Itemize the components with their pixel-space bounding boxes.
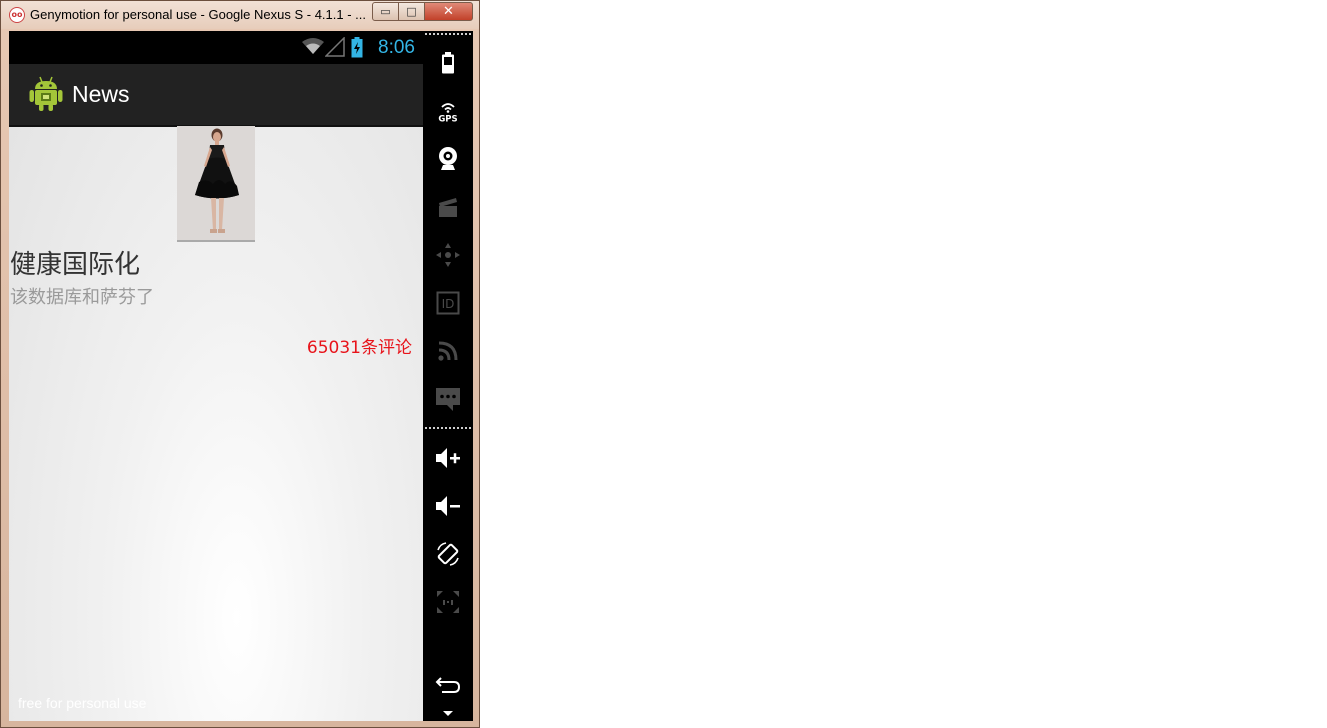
volume-up-icon bbox=[436, 448, 460, 468]
rotate-button[interactable] bbox=[423, 534, 473, 574]
id-icon: ID bbox=[436, 291, 460, 315]
back-button[interactable] bbox=[423, 665, 473, 705]
window-titlebar[interactable]: oo Genymotion for personal use - Google … bbox=[1, 1, 479, 29]
rotate-icon bbox=[437, 542, 459, 566]
id-icon-label: ID bbox=[442, 297, 455, 311]
status-time: 8:06 bbox=[378, 37, 415, 58]
battery-charging-icon bbox=[351, 37, 363, 58]
battery-widget-button[interactable] bbox=[423, 43, 473, 83]
wifi-icon bbox=[302, 38, 324, 54]
volume-down-button[interactable] bbox=[423, 486, 473, 526]
window-title: Genymotion for personal use - Google Nex… bbox=[30, 7, 366, 22]
gps-icon: GPS bbox=[438, 103, 458, 124]
minimize-button[interactable]: ▭ bbox=[372, 2, 399, 21]
close-button[interactable]: ✕ bbox=[424, 2, 473, 21]
scale-button bbox=[423, 582, 473, 622]
genymotion-app-icon: oo bbox=[9, 7, 25, 23]
sidebar-divider-middle bbox=[425, 427, 471, 429]
screencast-widget-button bbox=[423, 187, 473, 227]
sidebar-divider-top bbox=[425, 33, 471, 35]
device-id-widget-button: ID bbox=[423, 283, 473, 323]
video-icon bbox=[439, 198, 457, 217]
sms-widget-button bbox=[423, 379, 473, 419]
news-comment-count: 65031条评论 bbox=[306, 338, 412, 358]
dpad-widget-button bbox=[423, 235, 473, 275]
volume-up-button[interactable] bbox=[423, 438, 473, 478]
gps-icon-label: GPS bbox=[438, 115, 457, 124]
sidebar-scroll-down-icon[interactable] bbox=[443, 711, 453, 716]
android-app-icon[interactable] bbox=[29, 76, 63, 112]
actionbar-title: News bbox=[72, 81, 130, 107]
rss-icon bbox=[438, 341, 458, 361]
webcam-widget-button[interactable] bbox=[423, 139, 473, 179]
android-status-bar: 8:06 bbox=[9, 31, 423, 64]
news-title[interactable]: 健康国际化 bbox=[10, 244, 140, 281]
maximize-button[interactable]: □ bbox=[398, 2, 425, 21]
news-thumbnail-image[interactable] bbox=[177, 126, 255, 242]
volume-down-icon bbox=[436, 496, 460, 516]
gps-widget-button[interactable]: GPS bbox=[423, 91, 473, 131]
dpad-icon bbox=[436, 243, 460, 267]
device-screen[interactable]: 8:06 News 健康国际化 该数据库和萨芬了 65031条评论 free f… bbox=[9, 31, 423, 721]
action-bar: News bbox=[9, 64, 423, 127]
genymotion-window: oo Genymotion for personal use - Google … bbox=[0, 0, 480, 728]
scale-icon bbox=[437, 591, 459, 613]
signal-icon bbox=[325, 37, 345, 57]
news-description: 该数据库和萨芬了 bbox=[10, 287, 154, 308]
battery-icon bbox=[442, 52, 454, 74]
sms-icon bbox=[436, 388, 460, 411]
webcam-icon bbox=[439, 147, 457, 170]
woman-dress-image bbox=[177, 126, 255, 242]
personal-use-watermark: free for personal use bbox=[18, 695, 147, 711]
back-icon bbox=[435, 677, 461, 693]
genymotion-sidebar: GPS ID bbox=[423, 31, 473, 721]
rss-widget-button bbox=[423, 331, 473, 371]
